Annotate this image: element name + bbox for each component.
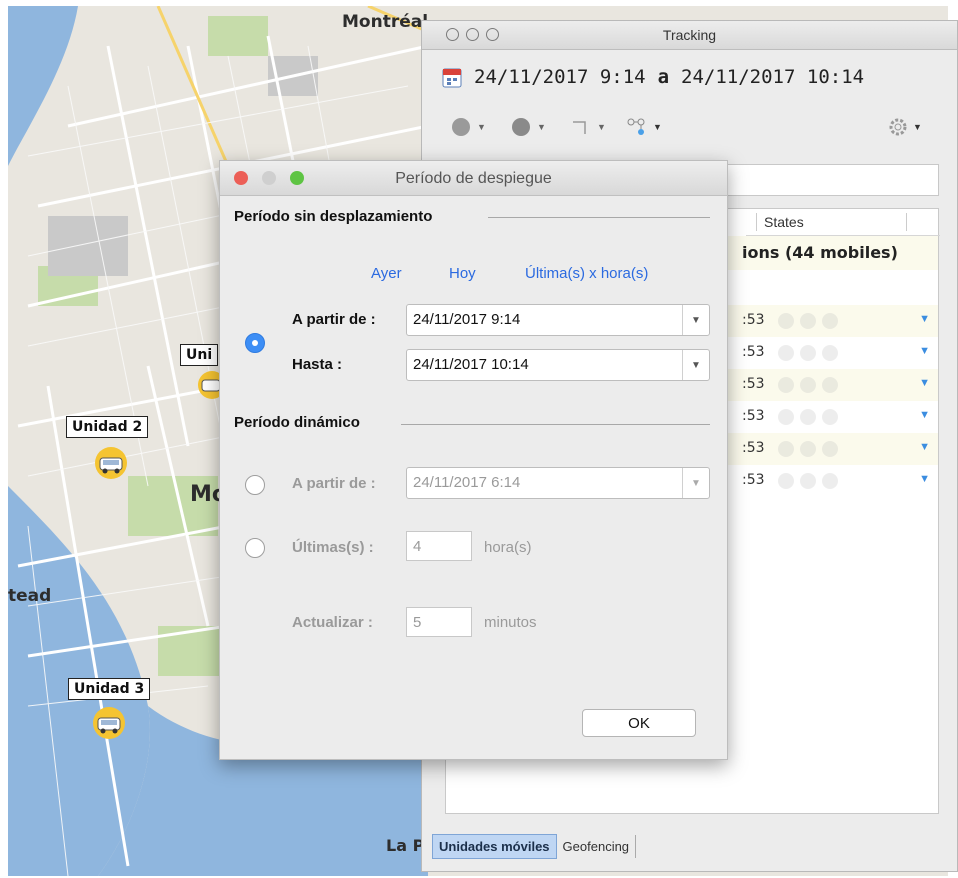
calendar-icon[interactable] [442,66,462,88]
radio-last-hours[interactable] [245,538,265,558]
point-icon [512,118,530,136]
taxi-icon[interactable] [90,706,128,740]
refresh-label: Actualizar : [292,614,373,631]
dyn-from-date-value: 24/11/2017 6:14 [413,474,521,491]
state-icons [778,313,838,329]
chevron-down-icon: ▼ [597,122,606,132]
unit-label[interactable]: Uni [180,344,219,366]
chevron-down-icon[interactable]: ▼ [919,441,930,453]
column-divider [906,213,907,231]
link-ayer[interactable]: Ayer [371,265,402,282]
search-input[interactable] [724,164,939,196]
state-icons [778,473,838,489]
row-time: :53 [742,344,765,360]
row-time: :53 [742,408,765,424]
last-hours-label: Últimas(s) : [292,539,374,556]
tracking-title: Tracking [662,27,717,43]
unit-label[interactable]: Unidad 3 [68,678,151,700]
period-dialog: Período de despiegue Período sin desplaz… [219,160,728,760]
tab-geofencing[interactable]: Geofencing [557,834,637,858]
chevron-down-icon: ▼ [537,122,546,132]
chevron-down-icon[interactable]: ▼ [919,345,930,357]
last-hours-field[interactable] [406,531,472,561]
list-header: States [746,209,940,236]
state-icons [778,441,838,457]
date-separator: a [657,66,670,88]
to-date-select[interactable]: 24/11/2017 10:14 ▼ [406,349,710,381]
tracking-titlebar[interactable]: Tracking [422,21,957,50]
chevron-down-icon[interactable]: ▼ [682,305,709,335]
radio-dynamic-from[interactable] [245,475,265,495]
network-icon [627,118,645,135]
refresh-field[interactable] [406,607,472,637]
map-city-label: tead [8,586,52,606]
marker-filter-button[interactable]: ▼ [450,115,486,139]
chevron-down-icon[interactable]: ▼ [919,409,930,421]
chevron-down-icon: ▼ [653,122,662,132]
dyn-from-label: A partir de : [292,475,376,492]
group-label: ions (44 mobiles) [742,243,898,262]
date-from: 24/11/2017 9:14 [474,66,646,88]
states-column-header[interactable]: States [764,214,804,230]
tracking-toolbar: ▼ ▼ ▼ ▼ ▼ [450,115,940,141]
marker-icon [452,118,470,136]
row-time: :53 [742,312,765,328]
link-last-hours[interactable]: Última(s) x hora(s) [525,265,648,282]
tab-unidades-moviles[interactable]: Unidades móviles [432,833,557,859]
date-to: 24/11/2017 10:14 [681,66,865,88]
chevron-down-icon: ▼ [477,122,486,132]
section-divider [401,424,710,425]
radio-fixed-period[interactable] [245,333,265,353]
to-label: Hasta : [292,356,343,373]
dyn-from-date-select[interactable]: 24/11/2017 6:14 ▼ [406,467,710,499]
taxi-icon[interactable] [92,446,130,480]
state-icons [778,409,838,425]
section-fixed-period: Período sin desplazamiento [234,208,433,225]
from-date-select[interactable]: 24/11/2017 9:14 ▼ [406,304,710,336]
route-icon [573,121,586,134]
map-city-label: Montréal [342,12,429,32]
chevron-down-icon[interactable]: ▼ [919,377,930,389]
network-filter-button[interactable]: ▼ [626,115,662,139]
link-hoy[interactable]: Hoy [449,265,476,282]
settings-button[interactable]: ▼ [888,115,922,139]
chevron-down-icon[interactable]: ▼ [682,350,709,380]
column-divider [756,213,757,231]
to-date-value: 24/11/2017 10:14 [413,356,529,373]
from-label: A partir de : [292,311,376,328]
state-icons [778,377,838,393]
from-date-value: 24/11/2017 9:14 [413,311,521,328]
row-time: :53 [742,376,765,392]
point-filter-button[interactable]: ▼ [510,115,546,139]
date-range[interactable]: 24/11/2017 9:14 a 24/11/2017 10:14 [442,63,864,91]
last-hours-unit: hora(s) [484,539,532,556]
map-city-label: La P [386,836,425,855]
chevron-down-icon[interactable]: ▼ [919,473,930,485]
refresh-input[interactable] [407,608,471,636]
unit-label[interactable]: Unidad 2 [66,416,149,438]
row-time: :53 [742,472,765,488]
state-icons [778,345,838,361]
refresh-unit: minutos [484,614,537,631]
chevron-down-icon[interactable]: ▼ [919,313,930,325]
section-divider [488,217,710,218]
chevron-down-icon: ▼ [913,122,922,132]
last-hours-input[interactable] [407,532,471,560]
gear-icon [889,118,907,136]
bottom-tabs: Unidades móviles Geofencing [432,833,637,859]
row-time: :53 [742,440,765,456]
section-dynamic-period: Período dinámico [234,414,360,431]
dialog-titlebar[interactable]: Período de despiegue [220,161,727,196]
route-filter-button[interactable]: ▼ [570,115,606,139]
ok-button[interactable]: OK [582,709,696,737]
dialog-title: Período de despiegue [395,170,552,187]
chevron-down-icon[interactable]: ▼ [682,468,709,498]
